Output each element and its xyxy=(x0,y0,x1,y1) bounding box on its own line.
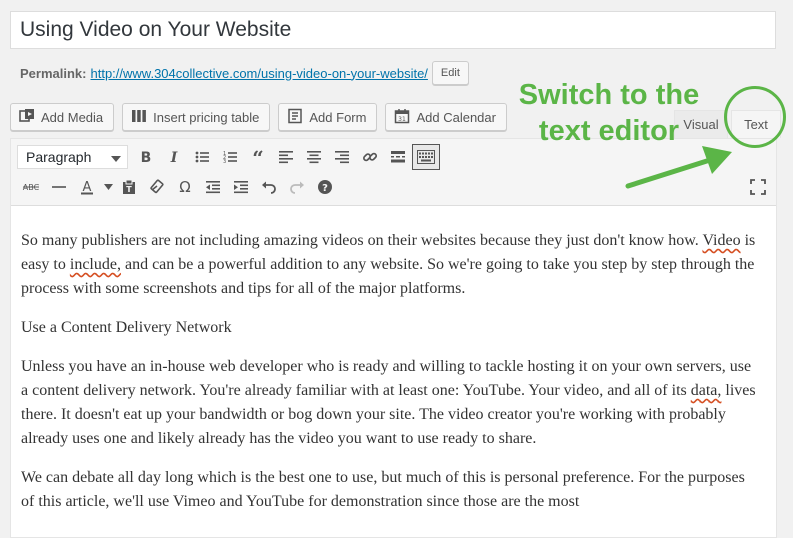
editor-area: Paragraph B I 123 “ ABC A T Ω ? So many … xyxy=(10,138,777,538)
calendar-icon: 31 xyxy=(394,108,410,127)
svg-text:“: “ xyxy=(252,149,264,165)
paragraph: Unless you have an in-house web develope… xyxy=(21,358,756,447)
svg-text:I: I xyxy=(170,150,178,165)
add-form-label: Add Form xyxy=(309,109,367,125)
align-center-icon[interactable] xyxy=(300,144,328,170)
pricing-table-icon xyxy=(131,108,147,127)
media-icon xyxy=(19,108,35,127)
add-form-button[interactable]: Add Form xyxy=(278,103,378,131)
bullet-list-icon[interactable] xyxy=(188,144,216,170)
strikethrough-icon[interactable]: ABC xyxy=(17,174,45,200)
italic-icon[interactable]: I xyxy=(160,144,188,170)
svg-text:Ω: Ω xyxy=(179,179,190,195)
format-select[interactable]: Paragraph xyxy=(17,145,128,169)
chevron-down-icon xyxy=(111,149,121,165)
align-left-icon[interactable] xyxy=(272,144,300,170)
media-buttons: Add Media Insert pricing table Add Form … xyxy=(10,103,515,131)
toolbar-toggle-icon[interactable] xyxy=(412,144,440,170)
text-color-dropdown-icon[interactable] xyxy=(101,174,115,200)
indent-icon[interactable] xyxy=(227,174,255,200)
paragraph: Use a Content Delivery Network xyxy=(21,319,232,336)
add-media-button[interactable]: Add Media xyxy=(10,103,115,131)
annotation-text: Switch to the text editor xyxy=(505,77,713,149)
add-calendar-button[interactable]: 31 Add Calendar xyxy=(385,103,507,131)
toolbar-row-2: ABC A T Ω ? xyxy=(17,174,339,200)
insert-pricing-table-button[interactable]: Insert pricing table xyxy=(122,103,271,131)
help-icon[interactable]: ? xyxy=(311,174,339,200)
link-icon[interactable] xyxy=(356,144,384,170)
fullscreen-icon[interactable] xyxy=(750,179,766,198)
blockquote-icon[interactable]: “ xyxy=(244,144,272,170)
horizontal-line-icon[interactable] xyxy=(45,174,73,200)
paragraph: We can debate all day long which is the … xyxy=(21,469,745,510)
add-calendar-label: Add Calendar xyxy=(416,109,496,125)
add-media-label: Add Media xyxy=(41,109,104,125)
svg-text:T: T xyxy=(126,185,132,194)
bold-icon[interactable]: B xyxy=(132,144,160,170)
misspelled-word: data, xyxy=(690,382,722,399)
svg-text:3: 3 xyxy=(223,159,226,165)
editor-content[interactable]: So many publishers are not including ama… xyxy=(21,229,762,529)
insert-pricing-table-label: Insert pricing table xyxy=(153,109,260,125)
outdent-icon[interactable] xyxy=(199,174,227,200)
misspelled-word: Video xyxy=(702,232,741,249)
paste-text-icon[interactable]: T xyxy=(115,174,143,200)
permalink-url[interactable]: http://www.304collective.com/using-video… xyxy=(90,66,427,81)
permalink-label: Permalink: xyxy=(20,65,87,81)
toolbar-row-1: Paragraph B I 123 “ xyxy=(17,144,440,170)
annotation-line-1: Switch to the xyxy=(518,79,700,111)
format-select-value: Paragraph xyxy=(26,149,92,165)
annotation-circle xyxy=(724,86,786,148)
misspelled-word: include, xyxy=(69,256,121,273)
post-title-input[interactable] xyxy=(10,11,776,49)
svg-text:31: 31 xyxy=(399,116,407,123)
form-icon xyxy=(287,108,303,127)
svg-text:?: ? xyxy=(322,183,328,194)
permalink-bar: Permalink: http://www.304collective.com/… xyxy=(20,61,469,85)
numbered-list-icon[interactable]: 123 xyxy=(216,144,244,170)
align-right-icon[interactable] xyxy=(328,144,356,170)
paragraph: So many publishers are not including ama… xyxy=(21,232,756,297)
special-character-icon[interactable]: Ω xyxy=(171,174,199,200)
annotation-arrow-icon xyxy=(625,146,732,189)
undo-icon[interactable] xyxy=(255,174,283,200)
clear-formatting-icon[interactable] xyxy=(143,174,171,200)
svg-text:B: B xyxy=(141,150,152,165)
text-color-icon[interactable]: A xyxy=(73,174,101,200)
read-more-icon[interactable] xyxy=(384,144,412,170)
redo-icon[interactable] xyxy=(283,174,311,200)
permalink-edit-button[interactable]: Edit xyxy=(431,61,469,85)
